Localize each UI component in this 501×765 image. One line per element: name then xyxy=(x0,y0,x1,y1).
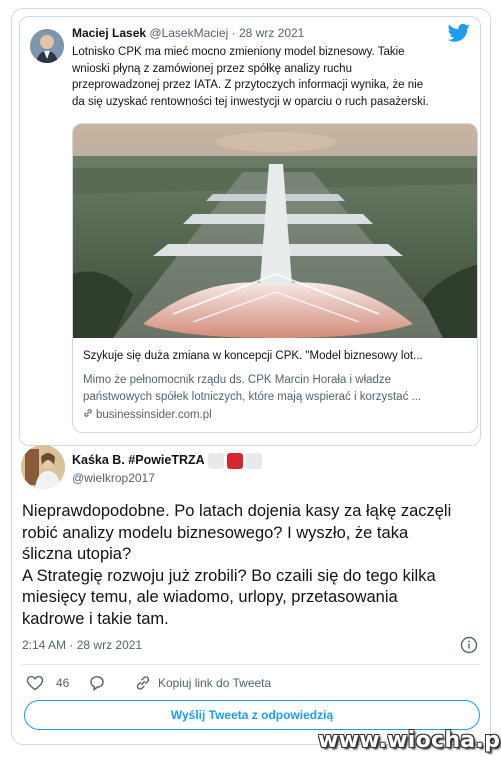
flag-emoji-red xyxy=(227,453,243,469)
twitter-bird-icon[interactable] xyxy=(448,23,470,43)
like-count: 46 xyxy=(56,676,70,690)
quoted-text-line: przeprowadzonej przez IATA. Z przytoczyc… xyxy=(72,79,424,91)
quoted-tweet-text: Lotnisko CPK ma mieć mocno zmieniony mod… xyxy=(72,44,472,110)
action-bar: 46 Kopiuj link do Tweeta xyxy=(22,674,482,694)
tweet-text-line: miesięcy temu, ale wiadomo, urlopy, prze… xyxy=(22,588,398,606)
tweet-time[interactable]: 2:14 AM xyxy=(22,638,66,652)
tweet-date[interactable]: 28 wrz 2021 xyxy=(77,638,142,652)
link-card-description-line: państwowych spółek lotniczych, które maj… xyxy=(83,391,422,403)
copy-link-label[interactable]: Kopiuj link do Tweeta xyxy=(158,676,271,690)
quoted-author-handle[interactable]: @LasekMaciej xyxy=(149,26,228,40)
quoted-text-line: wnioski płyną z zamówionej przez spółkę … xyxy=(72,62,352,75)
reply-bubble-icon[interactable] xyxy=(88,674,106,692)
tweet-text: Nieprawdopodobne. Po latach dojenia kasy… xyxy=(22,501,484,630)
divider xyxy=(22,664,480,665)
header-separator: · xyxy=(231,26,236,40)
airport-render-image xyxy=(73,124,477,338)
quoted-author-name[interactable]: Maciej Lasek xyxy=(72,26,146,40)
like-action[interactable]: 46 xyxy=(26,674,69,692)
link-card-title[interactable]: Szykuje się duża zmiana w koncepcji CPK.… xyxy=(83,350,471,362)
link-icon xyxy=(84,409,92,417)
quoted-tweet[interactable]: Maciej Lasek @LasekMaciej · 28 wrz 2021 … xyxy=(19,16,481,446)
tweet-text-line: śliczna utopia? xyxy=(22,545,132,563)
reply-action[interactable] xyxy=(88,674,106,692)
reply-tweet-button[interactable]: Wyślij Tweeta z odpowiedzią xyxy=(24,700,480,730)
flag-emoji-white xyxy=(208,453,224,469)
meta-separator: · xyxy=(69,638,74,652)
link-card-description: Mimo że pełnomocnik rządu ds. CPK Marcin… xyxy=(83,372,471,406)
link-preview-card[interactable]: Szykuje się duża zmiana w koncepcji CPK.… xyxy=(72,123,478,433)
flag-emoji-white-2 xyxy=(246,453,262,469)
author-handle[interactable]: @wielkrop2017 xyxy=(72,471,155,485)
author-name[interactable]: Kaśka B. #PowieTRZA xyxy=(72,453,205,467)
author-avatar[interactable] xyxy=(21,445,65,489)
quoted-author-avatar[interactable] xyxy=(30,29,64,63)
quoted-tweet-header: Maciej Lasek @LasekMaciej · 28 wrz 2021 xyxy=(72,26,304,40)
copy-link-action[interactable]: Kopiuj link do Tweeta xyxy=(134,674,271,692)
heart-icon[interactable] xyxy=(26,674,44,692)
quoted-tweet-date[interactable]: 28 wrz 2021 xyxy=(239,26,304,40)
link-card-domain-row[interactable]: businessinsider.com.pl xyxy=(83,408,212,421)
quoted-text-line: da się uzyskać rentowności tej inwestycj… xyxy=(72,95,429,108)
tweet-timestamp[interactable]: 2:14 AM · 28 wrz 2021 xyxy=(22,638,142,652)
link-card-description-line: Mimo że pełnomocnik rządu ds. CPK Marcin… xyxy=(83,374,392,386)
tweet-text-line: A Strategię rozwoju już zrobili? Bo czai… xyxy=(22,566,436,585)
tweet-text-line: robić analizy modelu biznesowego? I wysz… xyxy=(22,523,409,542)
quoted-text-line: Lotnisko CPK ma mieć mocno zmieniony mod… xyxy=(72,46,405,58)
link-chain-icon[interactable] xyxy=(134,674,152,692)
watermark: www.wiocha.pl xyxy=(318,728,501,753)
link-card-domain[interactable]: businessinsider.com.pl xyxy=(96,409,212,421)
info-icon[interactable] xyxy=(460,636,478,654)
tweet-text-line: Nieprawdopodobne. Po latach dojenia kasy… xyxy=(22,502,452,520)
tweet-text-line: kadrowe i takie tam. xyxy=(22,609,169,628)
